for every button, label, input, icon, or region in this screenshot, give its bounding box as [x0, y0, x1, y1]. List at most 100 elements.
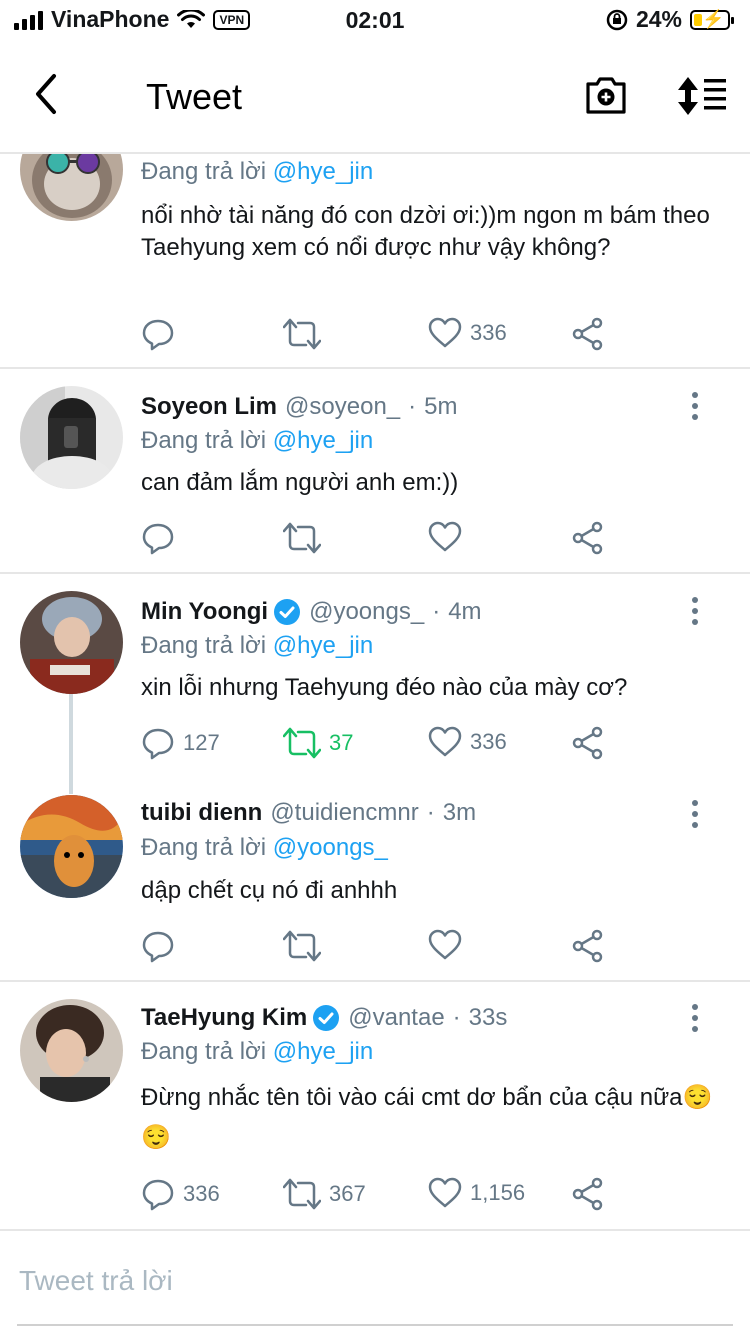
rotation-lock-icon	[606, 9, 628, 30]
reply-input-underline	[17, 1324, 733, 1326]
share-icon	[572, 726, 603, 760]
mention-link[interactable]: @hye_jin	[273, 158, 373, 185]
retweet-button[interactable]	[283, 929, 329, 963]
replying-to: Đang trả lời @hye_jin	[141, 1038, 373, 1066]
display-name[interactable]: Min Yoongi	[141, 598, 268, 626]
replying-to: Đang trả lời @hye_jin	[141, 158, 373, 186]
like-button[interactable]	[428, 929, 470, 961]
status-right: 24% ⚡	[606, 6, 734, 33]
user-handle[interactable]: @soyeon_	[285, 393, 400, 421]
reply-icon	[142, 523, 174, 555]
user-handle[interactable]: @vantae	[348, 1004, 444, 1032]
retweet-button[interactable]	[283, 521, 329, 555]
tweet-item[interactable]: tuibi dienn @tuidiencmnr · 3m Đang trả l…	[0, 778, 750, 982]
more-options-icon[interactable]	[688, 392, 702, 422]
more-options-icon[interactable]	[688, 1004, 702, 1034]
retweet-button[interactable]	[283, 317, 329, 351]
camera-plus-icon[interactable]	[584, 74, 628, 116]
retweet-count: 367	[329, 1181, 366, 1206]
display-name[interactable]: TaeHyung Kim	[141, 1004, 307, 1032]
retweet-button[interactable]: 367	[283, 1177, 366, 1211]
like-button[interactable]	[428, 521, 470, 553]
replying-to: Đang trả lời @yoongs_	[141, 834, 388, 862]
reply-button[interactable]: 127	[141, 726, 220, 760]
like-count: 1,156	[470, 1180, 526, 1205]
reply-input[interactable]	[17, 1258, 737, 1304]
heart-icon	[428, 1177, 462, 1208]
tweet-actions: 336 367 1,156	[141, 1177, 621, 1217]
replying-to-label: Đang trả lời	[141, 427, 267, 454]
tweet-item[interactable]: TaeHyung Kim @vantae · 33s Đang trả lời …	[0, 982, 750, 1231]
like-button[interactable]: 336	[428, 317, 507, 349]
reply-count: 127	[183, 730, 220, 755]
share-icon	[572, 521, 603, 555]
verified-badge-icon	[313, 1005, 340, 1031]
reply-button[interactable]: 336	[141, 1177, 220, 1211]
tweet-time: 5m	[424, 393, 458, 420]
more-options-icon[interactable]	[688, 597, 702, 627]
replying-to-label: Đang trả lời	[141, 158, 267, 185]
tweet-item[interactable]: Đang trả lời @hye_jin nổi nhờ tài năng đ…	[0, 154, 750, 369]
reply-button[interactable]	[141, 521, 183, 555]
separator-dot: ·	[452, 1004, 461, 1031]
retweet-icon	[283, 727, 321, 759]
replying-to: Đang trả lời @hye_jin	[141, 632, 373, 660]
replying-to: Đang trả lời @hye_jin	[141, 427, 373, 455]
reply-button[interactable]	[141, 317, 183, 351]
display-name[interactable]: tuibi dienn	[141, 799, 262, 827]
retweet-icon	[283, 318, 321, 350]
avatar[interactable]	[20, 386, 123, 489]
tweet-header: Soyeon Lim @soyeon_ · 5m	[141, 393, 457, 421]
mention-link[interactable]: @hye_jin	[273, 1038, 373, 1065]
back-arrow-icon[interactable]	[30, 72, 64, 116]
heart-icon	[428, 521, 462, 552]
separator-dot: ·	[426, 799, 435, 826]
separator-dot: ·	[432, 598, 441, 625]
tweet-time: 33s	[468, 1004, 508, 1031]
retweet-icon	[283, 930, 321, 962]
avatar[interactable]	[20, 999, 123, 1102]
tweet-header: TaeHyung Kim @vantae · 33s	[141, 1004, 507, 1032]
avatar[interactable]	[20, 591, 123, 694]
like-button[interactable]: 1,156	[428, 1177, 525, 1209]
avatar[interactable]	[20, 795, 123, 898]
tweet-header: Min Yoongi @yoongs_ · 4m	[141, 598, 482, 626]
sort-icon[interactable]	[676, 76, 728, 116]
reply-composer	[0, 1232, 750, 1334]
mention-link[interactable]: @hye_jin	[273, 632, 373, 659]
display-name[interactable]: Soyeon Lim	[141, 393, 277, 421]
tweet-text: nổi nhờ tài năng đó con dzời ơi:))m ngon…	[141, 202, 710, 261]
more-options-icon[interactable]	[688, 800, 702, 830]
tweet-item[interactable]: Soyeon Lim @soyeon_ · 5m Đang trả lời @h…	[0, 369, 750, 574]
share-button[interactable]	[571, 521, 605, 555]
share-icon	[572, 317, 603, 351]
battery-percent: 24%	[635, 6, 682, 32]
reply-button[interactable]	[141, 929, 183, 963]
tweet-text: dập chết cụ nó đi anhhh	[141, 877, 398, 904]
share-button[interactable]	[571, 1177, 605, 1211]
avatar[interactable]	[20, 154, 123, 221]
reply-icon	[142, 319, 174, 351]
retweet-button[interactable]: 37	[283, 726, 353, 760]
retweet-count: 37	[329, 730, 354, 755]
tweet-actions	[141, 929, 621, 969]
tweet-actions	[141, 521, 621, 561]
like-button[interactable]: 336	[428, 726, 507, 758]
tweet-item[interactable]: Min Yoongi @yoongs_ · 4m Đang trả lời @h…	[0, 574, 750, 778]
user-handle[interactable]: @tuidiencmnr	[270, 799, 418, 827]
verified-badge-icon	[274, 599, 301, 625]
retweet-icon	[283, 1178, 321, 1210]
tweet-time: 3m	[442, 799, 477, 826]
mention-link[interactable]: @hye_jin	[273, 427, 373, 454]
replying-to-label: Đang trả lời	[141, 834, 267, 861]
share-button[interactable]	[571, 726, 605, 760]
separator-dot: ·	[408, 393, 417, 420]
retweet-icon	[283, 522, 321, 554]
share-button[interactable]	[571, 317, 605, 351]
replying-to-label: Đang trả lời	[141, 632, 267, 659]
user-handle[interactable]: @yoongs_	[309, 598, 424, 626]
heart-icon	[428, 726, 462, 757]
share-button[interactable]	[571, 929, 605, 963]
mention-link[interactable]: @yoongs_	[273, 834, 388, 861]
replying-to-label: Đang trả lời	[141, 1038, 267, 1065]
